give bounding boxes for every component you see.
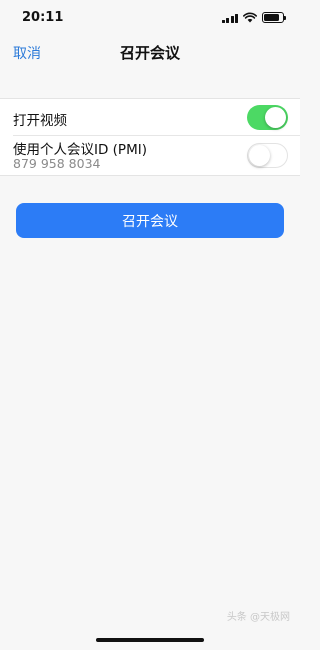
start-meeting-button[interactable]: 召开会议 (16, 203, 284, 238)
status-time: 20:11 (22, 10, 64, 25)
video-label: 打开视频 (13, 113, 67, 129)
battery-level (264, 14, 280, 21)
status-icons (221, 12, 286, 23)
pmi-toggle[interactable] (247, 143, 288, 168)
toggle-knob (265, 107, 286, 128)
home-indicator[interactable] (96, 638, 204, 642)
settings-group: 打开视频 使用个人会议ID (PMI) 879 958 8034 (0, 98, 300, 176)
pmi-number: 879 958 8034 (13, 156, 101, 171)
battery-icon (262, 12, 286, 23)
toggle-knob (249, 145, 270, 166)
watermark: 头条 @天极网 (226, 612, 290, 623)
meeting-setup-screen: 20:11 取消 召开会议 打开视频 使用个人会议ID (PMI) 879 95… (0, 0, 300, 650)
wifi-icon (243, 12, 257, 23)
nav-bar: 取消 召开会议 (0, 34, 300, 70)
signal-icon (221, 13, 238, 23)
pmi-label: 使用个人会议ID (PMI) (13, 142, 147, 158)
video-row: 打开视频 (0, 99, 300, 136)
video-toggle[interactable] (247, 105, 288, 130)
status-bar: 20:11 (0, 0, 300, 34)
pmi-row: 使用个人会议ID (PMI) 879 958 8034 (0, 136, 300, 175)
page-title: 召开会议 (119, 44, 180, 62)
